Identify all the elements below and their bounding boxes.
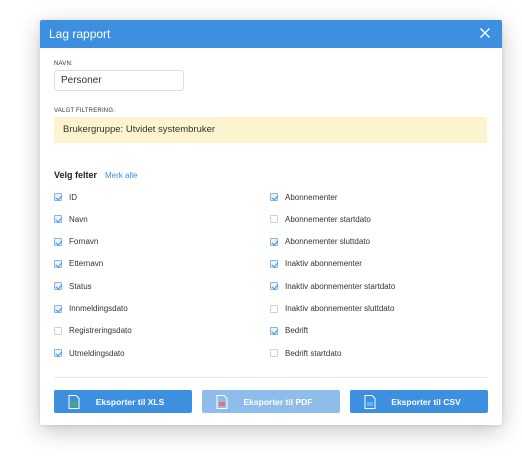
field-checkbox-row[interactable]: Inaktiv abonnementer xyxy=(270,258,362,270)
field-checkbox-row[interactable]: Status xyxy=(54,280,92,292)
field-label: Abonnementer sluttdato xyxy=(285,237,370,247)
field-checkbox-row[interactable]: Registreringsdato xyxy=(54,325,132,337)
field-checkbox-row[interactable]: Utmeldingsdato xyxy=(54,347,125,359)
field-checkbox-row[interactable]: Abonnementer startdato xyxy=(270,213,371,225)
field-checkbox-row[interactable]: ID xyxy=(54,191,77,203)
field-label: Etternavn xyxy=(69,259,104,269)
field-checkbox-row[interactable]: Etternavn xyxy=(54,258,103,270)
field-checkbox-row[interactable]: Abonnementer sluttdato xyxy=(270,236,370,248)
field-label: Registreringsdato xyxy=(69,326,132,336)
checkbox-checked[interactable] xyxy=(54,304,62,313)
field-checkbox-row[interactable]: Bedrift xyxy=(270,325,308,337)
checkbox-checked[interactable] xyxy=(54,282,62,291)
field-checkbox-row[interactable]: Inaktiv abonnementer startdato xyxy=(270,280,395,292)
field-label: Abonnementer xyxy=(285,192,338,202)
field-label: ID xyxy=(69,192,77,202)
export-xls-button[interactable]: Eksporter til XLS xyxy=(54,390,192,413)
field-label: Navn xyxy=(69,214,88,224)
name-label: NAVN: xyxy=(54,61,73,67)
field-checkbox-row[interactable]: Inaktiv abonnementer sluttdato xyxy=(270,303,394,315)
close-icon[interactable] xyxy=(477,25,493,41)
export-xls-label: Eksporter til XLS xyxy=(95,397,165,407)
export-csv-label: Eksporter til CSV xyxy=(391,397,461,407)
checkbox-checked[interactable] xyxy=(54,237,62,246)
field-label: Inaktiv abonnementer startdato xyxy=(285,281,396,291)
checkbox-checked[interactable] xyxy=(270,237,278,246)
export-pdf-button[interactable]: Eksporter til PDF xyxy=(202,390,340,413)
checkbox-checked[interactable] xyxy=(54,193,62,201)
field-checkbox-row[interactable]: Fornavn xyxy=(54,236,98,248)
checkbox-checked[interactable] xyxy=(270,282,278,291)
field-checkbox-row[interactable]: Abonnementer xyxy=(270,191,337,203)
field-label: Innmeldingsdato xyxy=(69,304,128,313)
selected-filter-box: Brukergruppe: Utvidet systembruker xyxy=(54,117,487,143)
checkbox-checked[interactable] xyxy=(270,259,278,268)
field-label: Abonnementer startdato xyxy=(285,214,371,224)
checkbox-checked[interactable] xyxy=(54,215,62,224)
field-label: Inaktiv abonnementer sluttdato xyxy=(285,304,395,313)
field-label: Status xyxy=(69,281,92,291)
dialog-title: Lag rapport xyxy=(49,27,111,41)
filter-label: VALGT FILTRERING: xyxy=(54,108,116,114)
dialog-header: Lag rapport xyxy=(40,20,502,48)
checkbox-unchecked[interactable] xyxy=(270,215,278,224)
field-checkbox-row[interactable]: Navn xyxy=(54,213,88,225)
field-label: Bedrift xyxy=(285,326,309,336)
export-pdf-label: Eksporter til PDF xyxy=(243,397,313,407)
checkbox-checked[interactable] xyxy=(54,259,62,268)
field-checkbox-row[interactable]: Bedrift startdato xyxy=(270,347,341,359)
name-input[interactable] xyxy=(54,70,184,91)
field-label: Fornavn xyxy=(69,237,99,247)
checkbox-checked[interactable] xyxy=(270,326,278,335)
checkbox-unchecked[interactable] xyxy=(270,304,278,313)
field-checkbox-row[interactable]: Innmeldingsdato xyxy=(54,303,128,315)
selected-filter-text: Brukergruppe: Utvidet systembruker xyxy=(63,124,216,135)
checkbox-unchecked[interactable] xyxy=(54,326,62,335)
field-label: Utmeldingsdato xyxy=(69,348,125,358)
fields-title: Velg felter xyxy=(54,170,98,180)
checkbox-unchecked[interactable] xyxy=(270,349,278,358)
report-dialog: Lag rapport NAVN: VALGT FILTRERING: Bruk… xyxy=(40,20,502,425)
checkbox-checked[interactable] xyxy=(54,349,62,358)
field-label: Bedrift startdato xyxy=(285,348,342,358)
field-label: Inaktiv abonnementer xyxy=(285,259,362,269)
select-all-link[interactable]: Merk alle xyxy=(105,171,137,180)
checkbox-checked[interactable] xyxy=(270,193,278,201)
export-csv-button[interactable]: Eksporter til CSV xyxy=(350,390,488,413)
divider xyxy=(54,377,487,378)
